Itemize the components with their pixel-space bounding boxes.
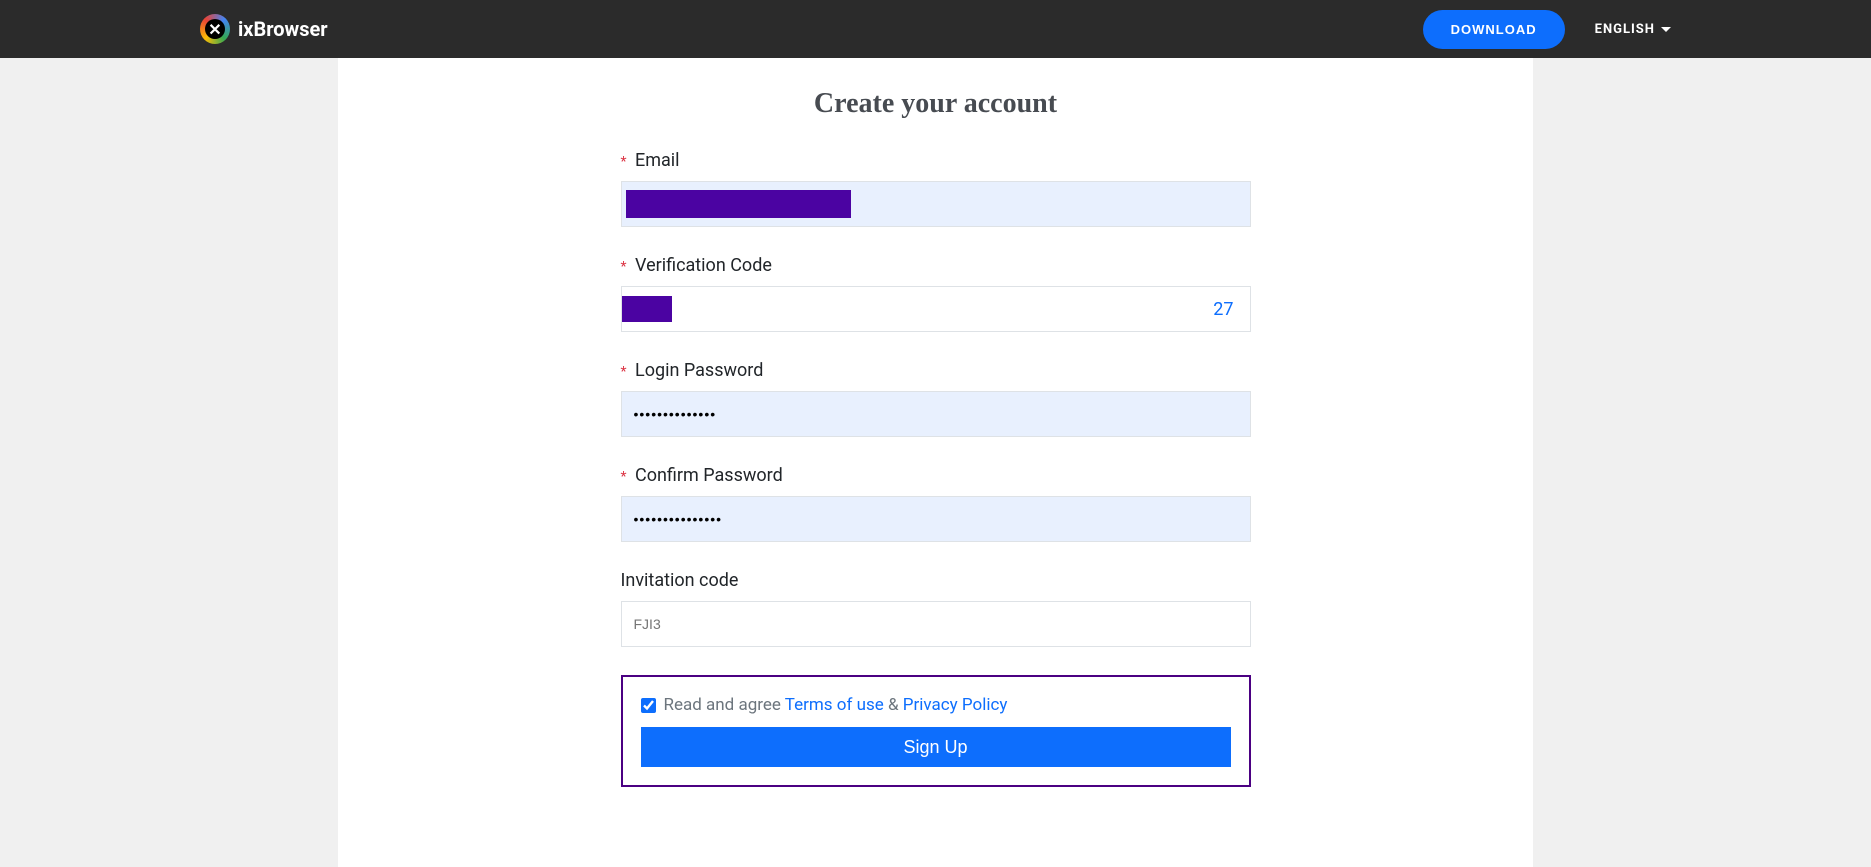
confirm-password-label: * Confirm Password: [621, 465, 1251, 486]
agreement-row: Read and agree Terms of use & Privacy Po…: [641, 695, 1231, 715]
signup-button[interactable]: Sign Up: [641, 727, 1231, 767]
email-field[interactable]: [621, 181, 1251, 227]
privacy-link[interactable]: Privacy Policy: [903, 695, 1008, 715]
login-password-label: * Login Password: [621, 360, 1251, 381]
login-password-group: * Login Password: [621, 360, 1251, 437]
verification-countdown[interactable]: 27: [1213, 299, 1233, 320]
header-right: DOWNLOAD ENGLISH: [1423, 10, 1671, 49]
required-indicator: *: [621, 469, 627, 485]
logo-section[interactable]: ixBrowser: [200, 14, 328, 44]
invitation-field[interactable]: [621, 601, 1251, 647]
agreement-text: Read and agree Terms of use & Privacy Po…: [664, 695, 1008, 715]
logo-icon: [200, 14, 230, 44]
email-group: * Email: [621, 150, 1251, 227]
signup-form: * Email * Verification Code 27 * Login P…: [621, 150, 1251, 787]
page-title: Create your account: [338, 88, 1533, 120]
redacted-verification-content[interactable]: [622, 296, 672, 322]
main-header: ixBrowser DOWNLOAD ENGLISH: [0, 0, 1871, 58]
chevron-down-icon: [1661, 27, 1671, 32]
invitation-group: Invitation code: [621, 570, 1251, 647]
login-password-field[interactable]: [621, 391, 1251, 437]
confirm-password-group: * Confirm Password: [621, 465, 1251, 542]
agreement-checkbox[interactable]: [641, 698, 656, 713]
required-indicator: *: [621, 154, 627, 170]
redacted-email-content: [626, 190, 851, 218]
agreement-highlight-box: Read and agree Terms of use & Privacy Po…: [621, 675, 1251, 787]
email-label: * Email: [621, 150, 1251, 171]
terms-link[interactable]: Terms of use: [785, 695, 884, 715]
verification-label: * Verification Code: [621, 255, 1251, 276]
required-indicator: *: [621, 364, 627, 380]
verification-group: * Verification Code 27: [621, 255, 1251, 332]
download-button[interactable]: DOWNLOAD: [1423, 10, 1565, 49]
language-label: ENGLISH: [1595, 22, 1655, 37]
required-indicator: *: [621, 259, 627, 275]
language-selector[interactable]: ENGLISH: [1595, 22, 1671, 37]
confirm-password-field[interactable]: [621, 496, 1251, 542]
brand-name: ixBrowser: [238, 17, 328, 41]
verification-field-row: 27: [621, 286, 1251, 332]
invitation-label: Invitation code: [621, 570, 1251, 591]
main-container: Create your account * Email * Verificati…: [338, 58, 1533, 867]
